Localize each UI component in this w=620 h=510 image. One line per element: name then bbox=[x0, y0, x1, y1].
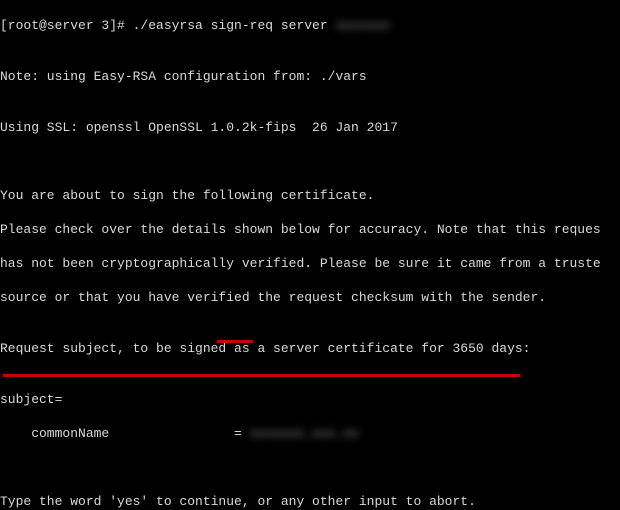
type-yes-prompt: Type the word 'yes' to continue, or any … bbox=[0, 493, 620, 510]
terminal-screen[interactable]: [root@server 3]# ./easyrsa sign-req serv… bbox=[0, 0, 620, 510]
easyrsa-note: Note: using Easy-RSA configuration from:… bbox=[0, 68, 620, 85]
checksum-notice: source or that you have verified the req… bbox=[0, 289, 620, 306]
crypto-notice: has not been cryptographically verified.… bbox=[0, 255, 620, 272]
redacted-cn: xxxxxxx.xxx.xx bbox=[250, 426, 359, 441]
request-subject: Request subject, to be signed as a serve… bbox=[0, 340, 620, 357]
common-name-label: commonName = bbox=[0, 426, 250, 441]
accuracy-notice: Please check over the details shown belo… bbox=[0, 221, 620, 238]
ssl-version: Using SSL: openssl OpenSSL 1.0.2k-fips 2… bbox=[0, 119, 620, 136]
underline-yes bbox=[217, 340, 253, 343]
prompt-command: [root@server 3]# ./easyrsa sign-req serv… bbox=[0, 18, 335, 33]
sign-notice: You are about to sign the following cert… bbox=[0, 187, 620, 204]
redacted-name: xxxxxxx bbox=[335, 18, 390, 33]
subject-label: subject= bbox=[0, 391, 620, 408]
underline-passphrase bbox=[3, 374, 520, 377]
